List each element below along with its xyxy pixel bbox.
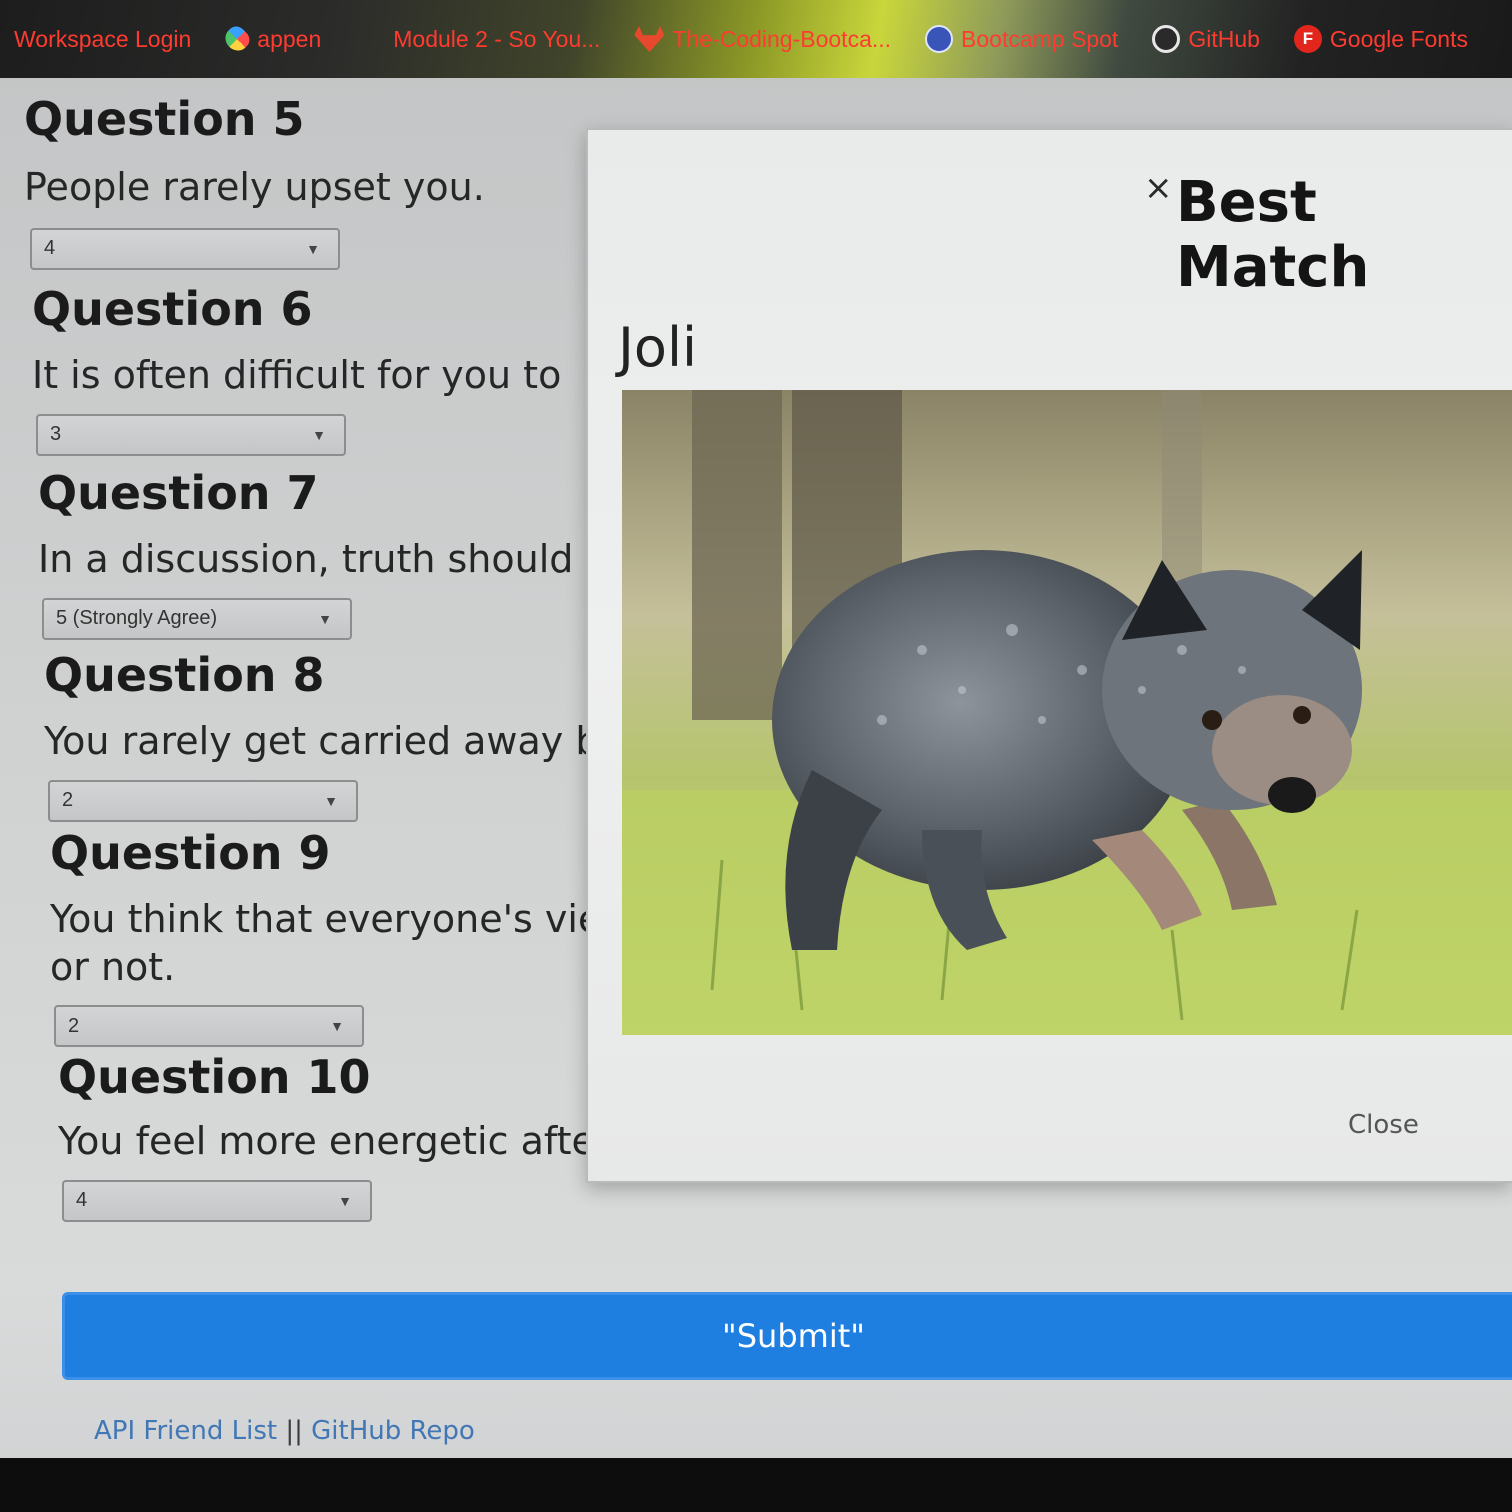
question-text-continued: or not. — [50, 944, 176, 989]
github-repo-link[interactable]: GitHub Repo — [311, 1416, 475, 1446]
question-block: Question 5 People rarely upset you. 4 ▼ — [24, 96, 485, 270]
bookmark-label: Module 2 - So You... — [393, 25, 601, 52]
question-title: Question 6 — [32, 282, 313, 336]
close-icon[interactable]: × — [1144, 168, 1173, 208]
question-title: Question 5 — [24, 92, 305, 146]
question-text: In a discussion, truth should — [38, 537, 574, 581]
answer-select[interactable]: 3 ▼ — [36, 413, 346, 456]
appen-icon — [221, 22, 254, 56]
select-value: 3 — [50, 423, 62, 445]
modal-title: Best Match — [1176, 170, 1370, 300]
bookmark-workspace-login[interactable]: Workspace Login — [14, 26, 191, 53]
select-value: 2 — [68, 1014, 80, 1037]
select-value: 2 — [62, 789, 74, 811]
bookmark-github[interactable]: GitHub — [1152, 25, 1260, 53]
question-text: You feel more energetic afte — [58, 1119, 594, 1163]
question-text: It is often difficult for you to — [32, 353, 562, 397]
footer-separator: || — [285, 1416, 303, 1446]
match-name: Joli — [618, 316, 697, 379]
question-title: Question 9 — [50, 826, 331, 880]
monitor-bezel — [0, 1458, 1512, 1512]
answer-select[interactable]: 5 (Strongly Agree) ▼ — [42, 597, 352, 640]
bookmark-appen[interactable]: appen — [221, 22, 322, 56]
question-block: Question 7 In a discussion, truth should… — [38, 470, 588, 640]
question-text: People rarely upset you. — [24, 165, 485, 209]
question-block: Question 8 You rarely get carried away b… — [44, 652, 592, 822]
best-match-modal: × Best Match Joli Close — [586, 128, 1512, 1183]
select-value: 4 — [44, 237, 56, 259]
chevron-down-icon: ▼ — [306, 240, 320, 257]
answer-select[interactable]: 4 ▼ — [30, 227, 340, 270]
bookmark-label: Google Fonts — [1329, 25, 1468, 52]
google-fonts-icon: F — [1293, 25, 1322, 53]
chevron-down-icon: ▼ — [318, 610, 332, 627]
question-title: Question 7 — [38, 466, 319, 520]
bookmark-label: Workspace Login — [14, 25, 192, 52]
bookmark-google-fonts[interactable]: F Google Fonts — [1293, 25, 1468, 53]
select-value: 4 — [76, 1189, 88, 1211]
footer-links: API Friend List || GitHub Repo — [94, 1416, 475, 1446]
bookmark-label: appen — [257, 25, 322, 52]
question-title: Question 10 — [58, 1050, 371, 1104]
question-text: You rarely get carried away b — [44, 719, 592, 763]
question-block: Question 9 You think that everyone's vie… — [50, 830, 594, 1047]
gitlab-icon — [634, 26, 665, 52]
submit-button[interactable]: "Submit" — [62, 1292, 1512, 1380]
chevron-down-icon: ▼ — [330, 1018, 344, 1034]
dog-photo — [622, 390, 1512, 1035]
chevron-down-icon: ▼ — [312, 426, 326, 443]
answer-select[interactable]: 4 ▼ — [62, 1179, 372, 1222]
question-block: Question 10 You feel more energetic afte… — [58, 1054, 594, 1222]
dog-illustration — [622, 390, 1512, 1035]
bookmarks-bar: Workspace Login appen Module 2 - So You.… — [0, 0, 1512, 78]
chevron-down-icon: ▼ — [338, 1192, 352, 1209]
bookmark-module-2[interactable]: Module 2 - So You... — [393, 26, 600, 53]
question-title: Question 8 — [44, 648, 325, 702]
select-value: 5 (Strongly Agree) — [56, 607, 218, 629]
close-button[interactable]: Close — [1348, 1110, 1419, 1140]
bookmark-label: GitHub — [1188, 25, 1260, 52]
bookmark-coding-bootcamp[interactable]: The-Coding-Bootca... — [634, 26, 891, 53]
bootcamp-spot-icon — [925, 25, 954, 53]
answer-select[interactable]: 2 ▼ — [54, 1005, 364, 1047]
bookmark-bootcamp-spot[interactable]: Bootcamp Spot — [925, 25, 1118, 53]
api-friend-list-link[interactable]: API Friend List — [94, 1416, 277, 1446]
answer-select[interactable]: 2 ▼ — [48, 779, 358, 822]
bookmark-label: The-Coding-Bootca... — [672, 25, 892, 52]
screen: Workspace Login appen Module 2 - So You.… — [0, 0, 1512, 1512]
question-text: You think that everyone's vie — [50, 897, 594, 941]
chevron-down-icon: ▼ — [324, 792, 338, 809]
question-block: Question 6 It is often difficult for you… — [32, 286, 592, 456]
github-icon — [1152, 25, 1181, 53]
bookmark-label: Bootcamp Spot — [961, 25, 1119, 52]
